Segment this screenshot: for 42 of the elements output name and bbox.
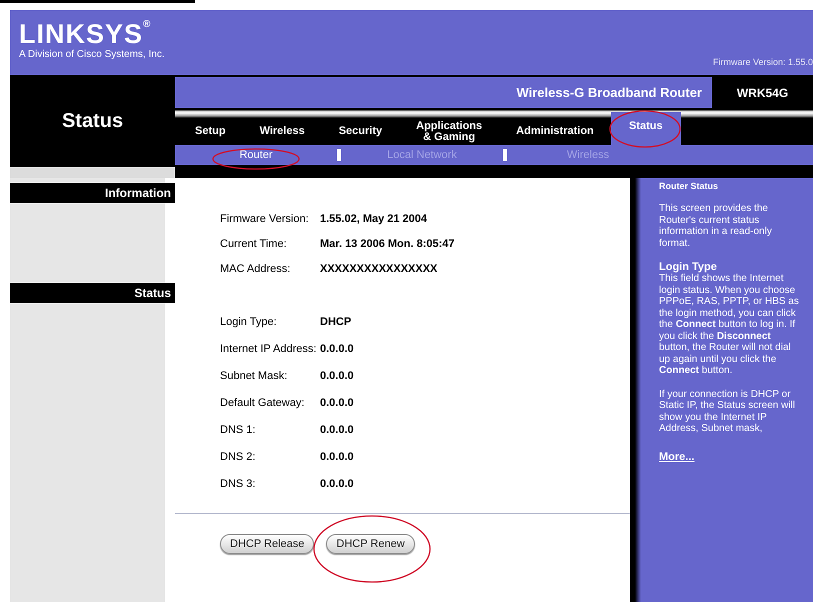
- field-value: 1.55.02, May 21 2004: [320, 212, 428, 224]
- field-label: DNS 1:: [220, 424, 256, 436]
- field-value: XXXXXXXXXXXXXXXX: [320, 262, 438, 274]
- field-label: Login Type:: [220, 316, 278, 328]
- nav-tab[interactable]: Setup: [178, 118, 243, 145]
- nav-tab[interactable]: Wireless: [242, 118, 322, 145]
- field-label: DNS 3:: [220, 478, 256, 490]
- field-value: 0.0.0.0: [320, 424, 355, 436]
- nav-tab[interactable]: Status: [610, 112, 681, 145]
- help-text: This screen provides the Router's current status information in a read-only format.: [659, 203, 773, 249]
- dhcp-button[interactable]: DHCP Renew: [326, 534, 415, 554]
- field-value: 0.0.0.0: [320, 396, 355, 408]
- field-label: Current Time:: [220, 238, 288, 250]
- nav-tab[interactable]: Administration: [499, 118, 611, 145]
- field-value: 0.0.0.0: [320, 478, 355, 490]
- tagline: A Division of Cisco Systems, Inc.: [19, 49, 165, 60]
- model-label: WRK54G: [736, 84, 790, 102]
- logo: LINKSYS$^{®}$: [19, 20, 152, 48]
- firmware-version: Firmware Version: 1.55.0: [712, 57, 813, 67]
- section-heading: Status: [10, 283, 175, 303]
- product-name: Wireless-G Broadband Router: [516, 85, 702, 100]
- more-link[interactable]: More...: [659, 450, 694, 462]
- help-title: Router Status: [659, 181, 720, 191]
- field-value: Mar. 13 2006 Mon. 8:05:47: [320, 238, 456, 250]
- nav-tab[interactable]: Security: [322, 118, 400, 145]
- field-label: MAC Address:: [220, 262, 292, 274]
- field-label: DNS 2:: [220, 450, 256, 462]
- field-label: Subnet Mask:: [220, 370, 288, 382]
- help-text: If your connection is DHCP or Static IP, the Status screen will show you the Internet IP Address, Subnet mask,: [659, 388, 796, 434]
- help-text: This field shows the Internet login status. When you choose PPPoE, RAS, PPTP, or HBS as the login method, you can click the Connect button to log in. If you click the Disconnect button, the Router will not dial up again until you click the Connect button.: [659, 273, 800, 376]
- field-label: Default Gateway:: [220, 396, 306, 408]
- field-label: Firmware Version:: [220, 212, 310, 224]
- page-title: Status: [62, 110, 124, 134]
- section-heading: Information: [10, 183, 175, 203]
- field-value: 0.0.0.0: [320, 370, 355, 382]
- field-label: Internet IP Address:: [220, 342, 318, 354]
- dhcp-button[interactable]: DHCP Release: [220, 534, 314, 554]
- field-value: DHCP: [320, 316, 352, 328]
- field-value: 0.0.0.0: [320, 342, 355, 354]
- help-heading: Login Type: [659, 261, 718, 273]
- field-value: 0.0.0.0: [320, 450, 355, 462]
- nav-tab[interactable]: Applications & Gaming: [399, 118, 500, 145]
